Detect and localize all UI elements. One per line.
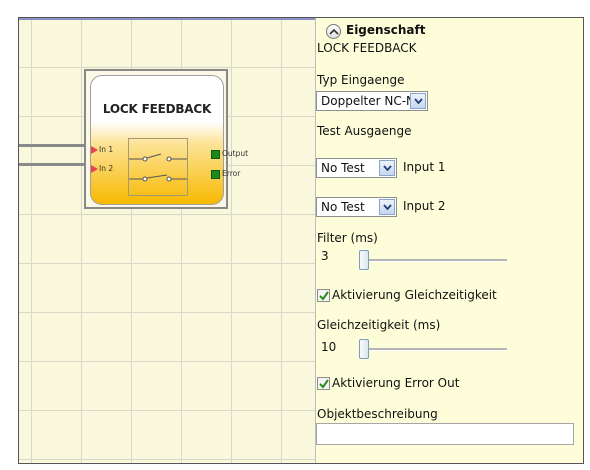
in2-arrow-icon	[91, 165, 98, 173]
objektbeschreibung-label: Objektbeschreibung	[317, 407, 438, 421]
gleichzeitigkeit-slider-thumb[interactable]	[359, 339, 369, 359]
objektbeschreibung-input[interactable]	[316, 423, 574, 445]
block-body: LOCK FEEDBACK In 1 In 2	[90, 75, 224, 205]
filter-value: 3	[321, 249, 329, 263]
in1-arrow-icon	[91, 146, 98, 154]
chevron-down-icon	[383, 204, 392, 210]
dropdown-button[interactable]	[379, 160, 395, 176]
switch-diagram	[128, 138, 188, 196]
test1-label: Input 1	[403, 160, 446, 174]
chevron-up-icon	[329, 28, 339, 35]
gleichzeitigkeit-checkbox-label: Aktivierung Gleichzeitigkeit	[332, 288, 497, 302]
test-ausgaenge-label: Test Ausgaenge	[317, 124, 412, 138]
test2-select[interactable]: No Test	[316, 197, 397, 217]
output-pin[interactable]	[211, 150, 220, 159]
gleichzeitigkeit-label: Gleichzeitigkeit (ms)	[317, 318, 441, 332]
typ-eingaenge-label: Typ Eingaenge	[317, 73, 405, 87]
block-title: LOCK FEEDBACK	[102, 102, 212, 116]
window-frame: LOCK FEEDBACK In 1 In 2 Output Error Eig…	[18, 17, 584, 464]
test2-value: No Test	[321, 200, 365, 214]
gleichzeitigkeit-slider-track	[359, 348, 507, 351]
in1-pin-label: In 1	[99, 145, 114, 154]
typ-eingaenge-value: Doppelter NC-NO	[321, 94, 425, 108]
filter-slider-thumb[interactable]	[359, 250, 369, 270]
object-name: LOCK FEEDBACK	[317, 41, 417, 55]
error-out-label: Aktivierung Error Out	[332, 376, 460, 390]
lock-feedback-block[interactable]: LOCK FEEDBACK In 1 In 2 Output Error	[84, 69, 248, 209]
input-wire-2	[19, 163, 87, 166]
test1-value: No Test	[321, 161, 365, 175]
dropdown-button[interactable]	[410, 93, 426, 109]
properties-panel: Eigenschaft LOCK FEEDBACK Typ Eingaenge …	[315, 18, 583, 463]
gleichzeitigkeit-checkbox[interactable]	[317, 289, 330, 302]
dropdown-button[interactable]	[379, 199, 395, 215]
gleichzeitigkeit-value: 10	[321, 340, 337, 354]
switch-contacts-icon	[129, 153, 187, 182]
checkmark-icon	[319, 379, 329, 389]
filter-slider-track	[359, 259, 507, 262]
error-out-checkbox[interactable]	[317, 377, 330, 390]
properties-header: Eigenschaft	[346, 23, 426, 37]
chevron-down-icon	[414, 98, 423, 104]
typ-eingaenge-select[interactable]: Doppelter NC-NO	[316, 91, 428, 111]
checkmark-icon	[319, 291, 329, 301]
test1-select[interactable]: No Test	[316, 158, 397, 178]
collapse-button[interactable]	[326, 24, 341, 39]
design-canvas[interactable]: LOCK FEEDBACK In 1 In 2 Output Error	[19, 18, 315, 463]
in2-pin-label: In 2	[99, 164, 114, 173]
error-pin-label: Error	[222, 169, 241, 178]
test2-label: Input 2	[403, 199, 446, 213]
chevron-down-icon	[383, 165, 392, 171]
filter-label: Filter (ms)	[317, 231, 378, 245]
canvas-top-border	[19, 18, 315, 20]
error-pin[interactable]	[211, 170, 220, 179]
input-wire-1	[19, 144, 87, 147]
output-pin-label: Output	[222, 149, 249, 158]
